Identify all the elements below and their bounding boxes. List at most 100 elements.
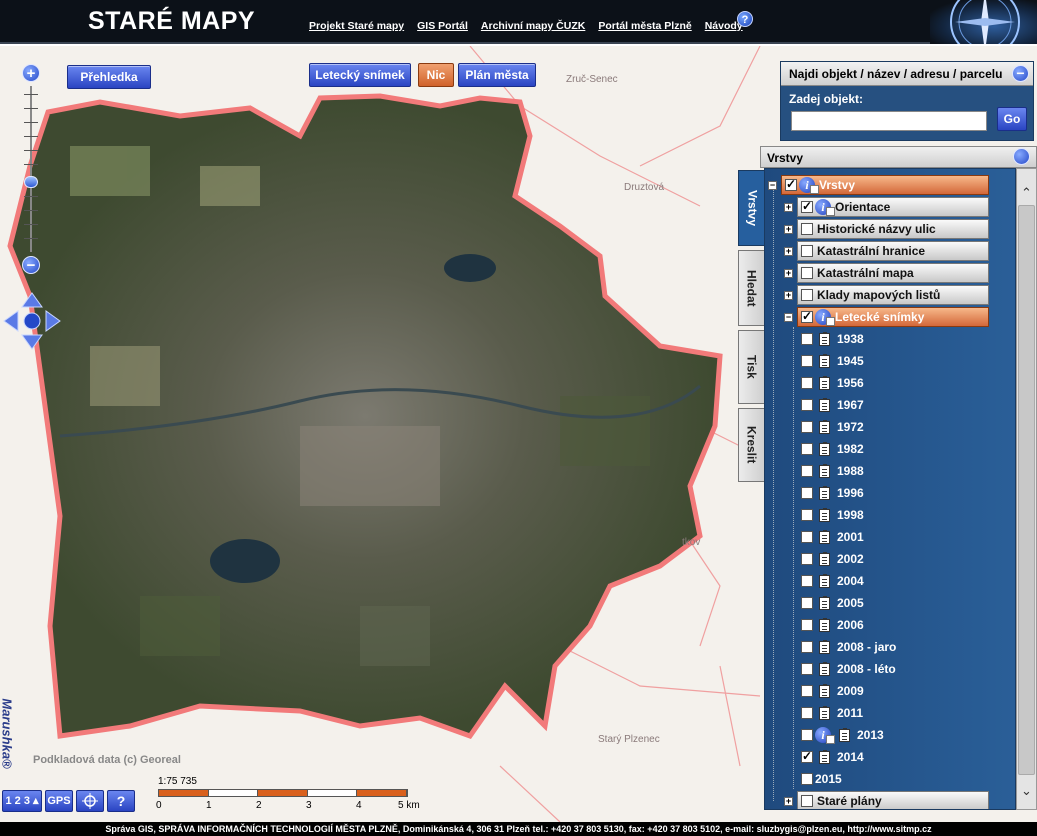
- layer-checkbox[interactable]: [785, 177, 797, 191]
- legend-icon[interactable]: [819, 507, 830, 522]
- tab-vrstvy[interactable]: Vrstvy: [738, 170, 766, 246]
- layer-scrollbar[interactable]: ⌃ ⌄: [1016, 168, 1037, 810]
- zoom-slider-handle[interactable]: [24, 176, 38, 188]
- legend-icon[interactable]: [819, 331, 830, 346]
- gps-button[interactable]: GPS: [45, 790, 73, 812]
- layer-group-letecke-snimky[interactable]: i Letecké snímky: [797, 307, 989, 327]
- collapse-icon[interactable]: [1013, 148, 1030, 165]
- layer-item-2001[interactable]: 2001: [801, 527, 864, 547]
- layer-checkbox[interactable]: [801, 707, 813, 719]
- tab-hledat[interactable]: Hledat: [738, 250, 764, 326]
- legend-icon[interactable]: [819, 353, 830, 368]
- expand-toggle[interactable]: +: [784, 291, 793, 300]
- layer-checkbox[interactable]: [801, 223, 813, 235]
- layer-group-orientace[interactable]: i Orientace: [797, 197, 989, 217]
- layer-item-2015[interactable]: 2015: [801, 769, 842, 789]
- layer-checkbox[interactable]: [801, 309, 813, 323]
- legend-icon[interactable]: [819, 639, 830, 654]
- legend-icon[interactable]: [819, 485, 830, 500]
- info-icon[interactable]: i: [815, 309, 835, 326]
- layer-item-2014[interactable]: 2014: [801, 747, 864, 767]
- legend-icon[interactable]: [819, 661, 830, 676]
- nav-link-projekt[interactable]: Projekt Staré mapy: [309, 20, 404, 32]
- legend-icon[interactable]: [819, 573, 830, 588]
- layer-item-2009[interactable]: 2009: [801, 681, 864, 701]
- legend-icon[interactable]: [819, 375, 830, 390]
- search-go-button[interactable]: Go: [997, 107, 1027, 131]
- legend-icon[interactable]: [819, 595, 830, 610]
- layer-group-katastralni-hranice[interactable]: Katastrální hranice: [797, 241, 989, 261]
- layer-checkbox[interactable]: [801, 199, 813, 213]
- layer-checkbox[interactable]: [801, 509, 813, 521]
- layer-checkbox[interactable]: [801, 663, 813, 675]
- legend-icon[interactable]: [819, 749, 830, 764]
- legend-icon[interactable]: [819, 463, 830, 478]
- city-plan-button[interactable]: Plán města: [458, 63, 536, 87]
- expand-toggle[interactable]: +: [784, 203, 793, 212]
- scroll-down-icon[interactable]: ⌄: [1017, 781, 1036, 801]
- layer-checkbox[interactable]: [801, 267, 813, 279]
- layer-checkbox[interactable]: [801, 355, 813, 367]
- layer-checkbox[interactable]: [801, 729, 813, 741]
- nav-link-portal-mesta[interactable]: Portál města Plzně: [598, 20, 691, 32]
- layer-item-1998[interactable]: 1998: [801, 505, 864, 525]
- layer-checkbox[interactable]: [801, 443, 813, 455]
- expand-toggle[interactable]: +: [784, 225, 793, 234]
- legend-icon[interactable]: [819, 419, 830, 434]
- aerial-photo-button[interactable]: Letecký snímek: [309, 63, 411, 87]
- layer-checkbox[interactable]: [801, 749, 813, 763]
- layer-group-katastralni-mapa[interactable]: Katastrální mapa: [797, 263, 989, 283]
- pan-arrows-icon[interactable]: [2, 291, 62, 351]
- layer-item-1967[interactable]: 1967: [801, 395, 864, 415]
- search-input[interactable]: [791, 111, 987, 131]
- pan-control[interactable]: [2, 291, 62, 351]
- layer-group-historicke-nazvy[interactable]: Historické názvy ulic: [797, 219, 989, 239]
- expand-toggle[interactable]: +: [784, 247, 793, 256]
- layer-group-stare-plany[interactable]: Staré plány: [797, 791, 989, 809]
- zoom-out-button[interactable]: −: [22, 256, 40, 274]
- layer-item-1945[interactable]: 1945: [801, 351, 864, 371]
- layer-item-1956[interactable]: 1956: [801, 373, 864, 393]
- layer-item-2006[interactable]: 2006: [801, 615, 864, 635]
- layer-item-2002[interactable]: 2002: [801, 549, 864, 569]
- layer-item-1982[interactable]: 1982: [801, 439, 864, 459]
- layer-checkbox[interactable]: [801, 465, 813, 477]
- legend-icon[interactable]: [839, 727, 850, 742]
- nav-link-archivni-mapy[interactable]: Archivní mapy ČUZK: [481, 20, 585, 32]
- collapse-icon[interactable]: −: [1012, 65, 1029, 82]
- legend-icon[interactable]: [819, 617, 830, 632]
- tab-kreslit[interactable]: Kreslit: [738, 408, 764, 482]
- layer-checkbox[interactable]: [801, 619, 813, 631]
- legend-icon[interactable]: [819, 551, 830, 566]
- layer-item-1988[interactable]: 1988: [801, 461, 864, 481]
- locate-button[interactable]: [76, 790, 104, 812]
- legend-icon[interactable]: [819, 441, 830, 456]
- layer-item-2013[interactable]: i 2013: [801, 725, 884, 745]
- layer-checkbox[interactable]: [801, 575, 813, 587]
- layer-group-root[interactable]: i Vrstvy: [781, 175, 989, 195]
- layer-item-2011[interactable]: 2011: [801, 703, 863, 723]
- layer-checkbox[interactable]: [801, 421, 813, 433]
- collapse-toggle[interactable]: −: [768, 181, 777, 190]
- tab-tisk[interactable]: Tisk: [738, 330, 764, 404]
- nav-link-gis-portal[interactable]: GIS Portál: [417, 20, 468, 32]
- layer-checkbox[interactable]: [801, 553, 813, 565]
- layer-item-1938[interactable]: 1938: [801, 329, 864, 349]
- map-help-button[interactable]: ?: [107, 790, 135, 812]
- expand-toggle[interactable]: +: [784, 269, 793, 278]
- scroll-up-icon[interactable]: ⌃: [1017, 183, 1036, 203]
- layer-checkbox[interactable]: [801, 597, 813, 609]
- legend-icon[interactable]: [819, 683, 830, 698]
- help-icon[interactable]: ?: [737, 11, 753, 27]
- collapse-toggle[interactable]: −: [784, 313, 793, 322]
- layer-item-2008-leto[interactable]: 2008 - léto: [801, 659, 896, 679]
- layer-checkbox[interactable]: [801, 685, 813, 697]
- zoom-in-button[interactable]: +: [22, 64, 40, 82]
- info-icon[interactable]: i: [815, 199, 835, 216]
- layer-checkbox[interactable]: [801, 289, 813, 301]
- layer-item-1972[interactable]: 1972: [801, 417, 864, 437]
- layer-item-1996[interactable]: 1996: [801, 483, 864, 503]
- legend-icon[interactable]: [819, 705, 830, 720]
- layer-checkbox[interactable]: [801, 245, 813, 257]
- layer-item-2004[interactable]: 2004: [801, 571, 864, 591]
